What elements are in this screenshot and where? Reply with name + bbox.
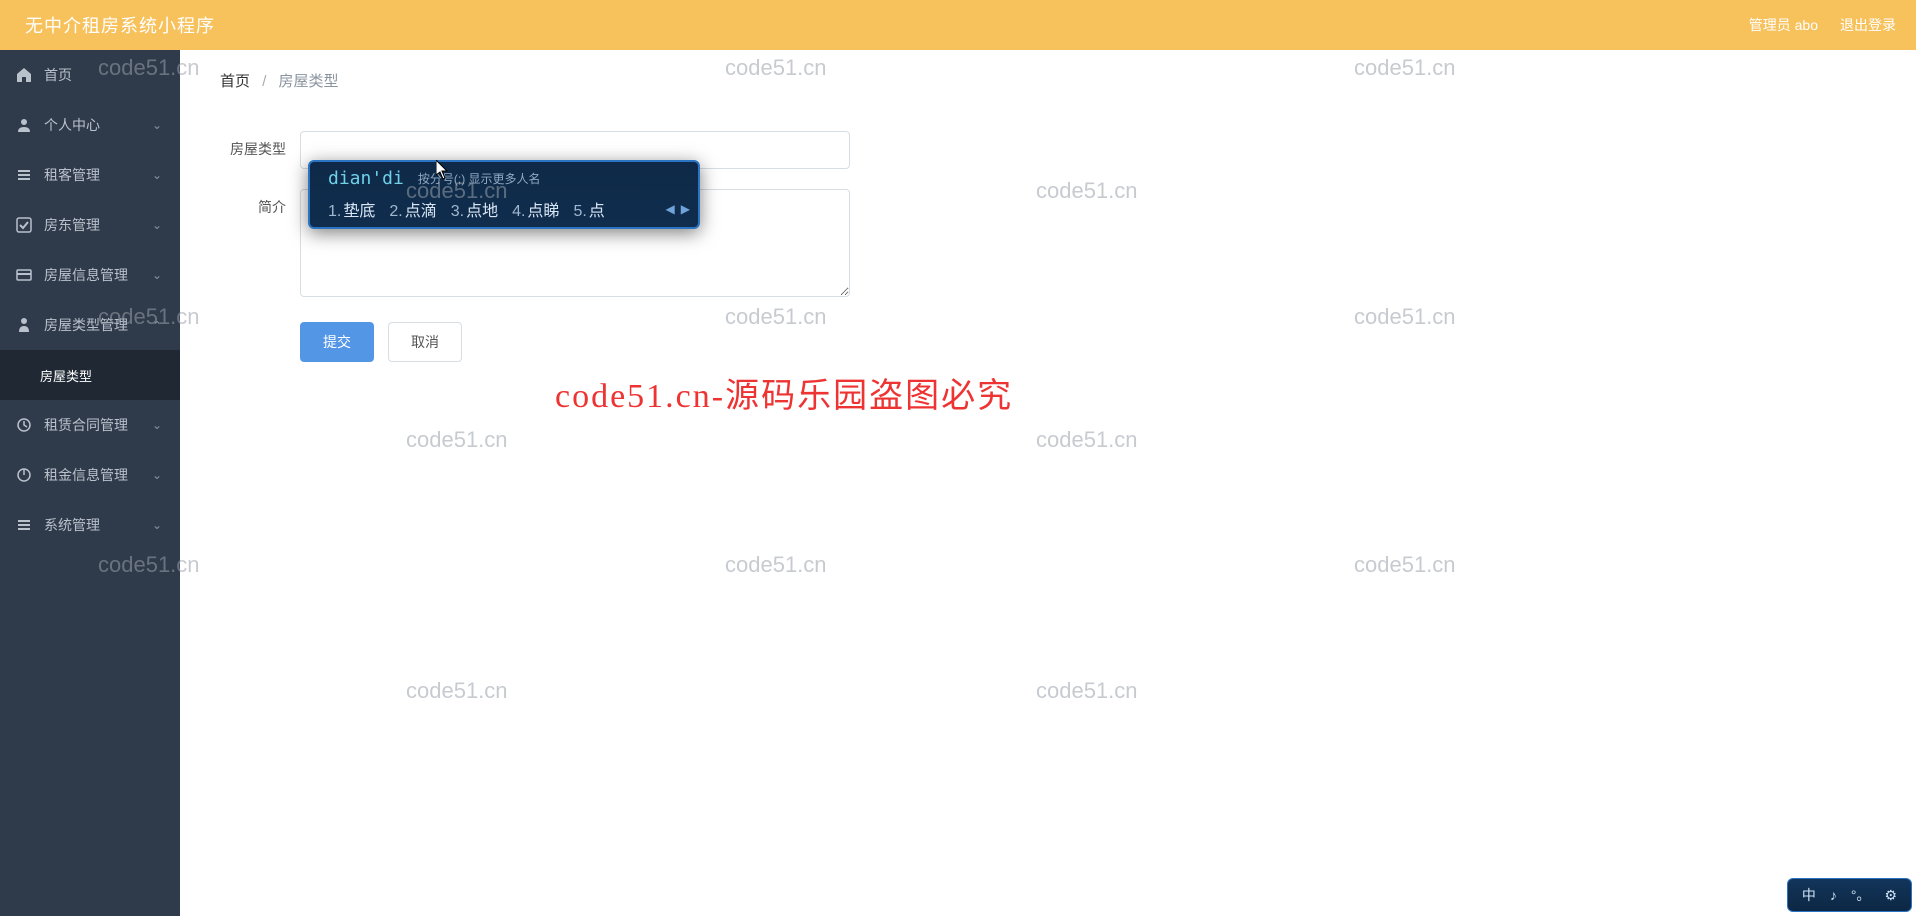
- sidebar-submenu-5: 房屋类型: [0, 350, 180, 400]
- sidebar-item-label: 租金信息管理: [44, 465, 128, 485]
- sidebar-item-label: 房屋信息管理: [44, 265, 128, 285]
- form-button-row: 提交 取消: [200, 322, 1896, 362]
- sidebar-item-2[interactable]: 租客管理 ⌄: [0, 150, 180, 200]
- ime-cand-num: 2.: [389, 203, 402, 220]
- chevron-down-icon: ⌄: [152, 118, 162, 132]
- ime-top-row: dian'di 按分号(;) 显示更多人名: [310, 162, 698, 193]
- breadcrumb: 首页 / 房屋类型: [180, 50, 1916, 101]
- ime-settings-icon[interactable]: ⚙: [1884, 887, 1897, 904]
- sidebar-item-label: 房东管理: [44, 215, 100, 235]
- ime-candidates: 1.垫底 2.点滴 3.点地 4.点睇 5.点: [328, 197, 605, 221]
- breadcrumb-current: 房屋类型: [279, 73, 339, 90]
- card-icon: [16, 267, 32, 283]
- bars-icon: [16, 517, 32, 533]
- sidebar-item-label: 系统管理: [44, 515, 100, 535]
- chevron-down-icon: ⌄: [152, 318, 162, 332]
- cancel-button[interactable]: 取消: [388, 322, 462, 362]
- sidebar-item-3[interactable]: 房东管理 ⌄: [0, 200, 180, 250]
- ime-cand-num: 4.: [512, 203, 525, 220]
- power-icon: [16, 467, 32, 483]
- sidebar-item-7[interactable]: 租金信息管理 ⌄: [0, 450, 180, 500]
- ime-pinyin-input: dian'di: [328, 168, 404, 189]
- ime-cand-num: 1.: [328, 203, 341, 220]
- sidebar-item-label: 房屋类型管理: [44, 315, 128, 335]
- ime-candidate-row: 1.垫底 2.点滴 3.点地 4.点睇 5.点 ◀ ▶: [310, 193, 698, 227]
- sidebar: 首页个人中心 ⌄ 租客管理 ⌄ 房东管理 ⌄ 房屋信息管理 ⌄ 房屋类型管理 ⌄ 房屋类型租赁合同管…: [0, 50, 180, 916]
- sidebar-subitem-label: 房屋类型: [40, 366, 92, 385]
- ime-candidate-1[interactable]: 2.点滴: [389, 197, 436, 221]
- ime-cand-num: 3.: [451, 203, 464, 220]
- ime-next-icon[interactable]: ▶: [681, 202, 690, 216]
- form-label-intro: 简介: [200, 189, 300, 217]
- list-icon: [16, 167, 32, 183]
- logout-link[interactable]: 退出登录: [1840, 15, 1896, 35]
- app-root: 无中介租房系统小程序 管理员 abo 退出登录 首页个人中心⌄租客管理⌄房东管理…: [0, 0, 1916, 916]
- app-title: 无中介租房系统小程序: [25, 12, 215, 38]
- breadcrumb-sep: /: [262, 73, 266, 90]
- form-panel: 房屋类型 简介 提交 取消: [200, 111, 1896, 392]
- top-header: 无中介租房系统小程序 管理员 abo 退出登录: [0, 0, 1916, 50]
- ime-candidate-0[interactable]: 1.垫底: [328, 197, 375, 221]
- user-icon: [16, 117, 32, 133]
- breadcrumb-home[interactable]: 首页: [220, 73, 250, 90]
- ime-prev-icon[interactable]: ◀: [666, 202, 675, 216]
- sidebar-subitem-5-0[interactable]: 房屋类型: [0, 350, 180, 400]
- ime-popup: dian'di 按分号(;) 显示更多人名 1.垫底 2.点滴 3.点地 4.点睇 5.…: [308, 160, 700, 229]
- submit-button[interactable]: 提交: [300, 322, 374, 362]
- ime-cand-num: 5.: [573, 203, 586, 220]
- sidebar-item-6[interactable]: 租赁合同管理 ⌄: [0, 400, 180, 450]
- chevron-down-icon: ⌄: [152, 418, 162, 432]
- ime-candidate-4[interactable]: 5.点: [573, 197, 604, 221]
- ime-mode-toggle[interactable]: 中: [1802, 885, 1816, 905]
- chevron-down-icon: ⌄: [152, 518, 162, 532]
- chevron-down-icon: ⌄: [152, 168, 162, 182]
- ime-paging: ◀ ▶: [666, 202, 690, 216]
- ime-candidate-2[interactable]: 3.点地: [451, 197, 498, 221]
- sidebar-item-0[interactable]: 首页: [0, 50, 180, 100]
- form-label-type: 房屋类型: [200, 131, 300, 159]
- home-icon: [16, 67, 32, 83]
- sidebar-item-5[interactable]: 房屋类型管理 ⌄: [0, 300, 180, 350]
- sidebar-item-label: 租赁合同管理: [44, 415, 128, 435]
- sidebar-item-label: 个人中心: [44, 115, 100, 135]
- header-right: 管理员 abo 退出登录: [1749, 15, 1896, 35]
- chevron-down-icon: ⌄: [152, 268, 162, 282]
- ime-dock: 中 ♪ °。 ⚙: [1787, 878, 1912, 912]
- tag-icon: [16, 317, 32, 333]
- sidebar-item-label: 租客管理: [44, 165, 100, 185]
- chevron-down-icon: ⌄: [152, 218, 162, 232]
- ime-shape-icon[interactable]: ♪: [1830, 887, 1837, 903]
- current-user-label[interactable]: 管理员 abo: [1749, 15, 1818, 35]
- sidebar-item-label: 首页: [44, 65, 72, 85]
- ime-hint: 按分号(;) 显示更多人名: [418, 170, 541, 187]
- ime-candidate-3[interactable]: 4.点睇: [512, 197, 559, 221]
- sidebar-item-8[interactable]: 系统管理 ⌄: [0, 500, 180, 550]
- chevron-down-icon: ⌄: [152, 468, 162, 482]
- sidebar-item-1[interactable]: 个人中心 ⌄: [0, 100, 180, 150]
- ime-punct-icon[interactable]: °。: [1851, 885, 1871, 905]
- doc-icon: [16, 417, 32, 433]
- check-icon: [16, 217, 32, 233]
- sidebar-item-4[interactable]: 房屋信息管理 ⌄: [0, 250, 180, 300]
